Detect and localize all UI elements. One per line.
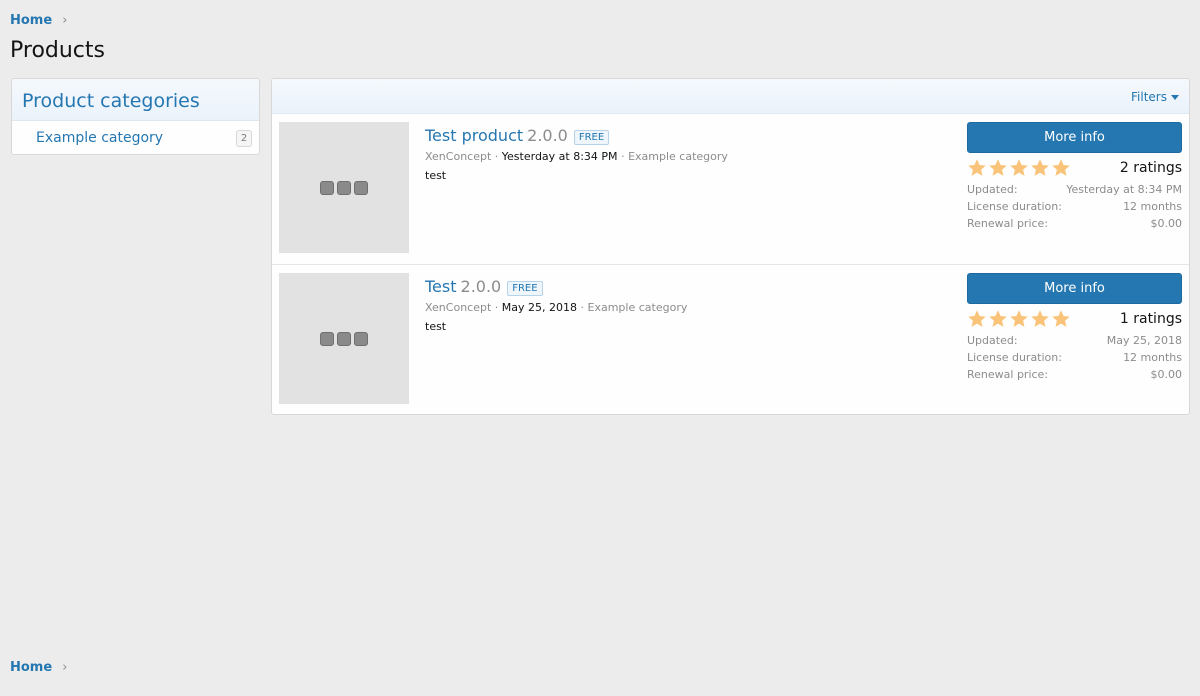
product-description: test <box>425 320 447 333</box>
category-item[interactable]: Example category 2 <box>12 121 259 155</box>
category-count-badge: 2 <box>236 130 252 147</box>
category-link[interactable]: Example category <box>36 130 163 146</box>
updated-row: Updated: May 25, 2018 <box>967 332 1182 349</box>
breadcrumb-bottom: Home › <box>10 658 67 676</box>
free-badge: FREE <box>507 281 543 296</box>
product-title-link[interactable]: Test <box>425 277 457 296</box>
caret-down-icon <box>1171 94 1179 100</box>
meta-separator: · <box>494 150 499 163</box>
product-info: Test product 2.0.0 FREE XenConcept · Yes… <box>425 126 945 182</box>
thumbnail-dot <box>337 331 351 346</box>
renewal-price-label: Renewal price: <box>967 217 1049 230</box>
star-rating <box>967 158 1071 178</box>
thumbnail-dot <box>320 331 334 346</box>
license-duration-row: License duration: 12 months <box>967 349 1182 366</box>
rating-row: 1 ratings <box>967 308 1182 332</box>
product-title-link[interactable]: Test product <box>425 126 523 145</box>
product-description: test <box>425 169 447 182</box>
renewal-price-value: $0.00 <box>1150 217 1183 230</box>
updated-label: Updated: <box>967 334 1018 347</box>
product-list: Filters Test product 2.0.0 FREE XenConce… <box>271 78 1190 415</box>
rating-row: 2 ratings <box>967 157 1182 181</box>
page: Home › Products Product categories Examp… <box>0 0 1200 696</box>
product-sidebar: More info 2 ratings Updated: Yesterday a… <box>967 122 1182 232</box>
breadcrumb-separator: › <box>62 12 68 28</box>
product-title-line: Test 2.0.0 FREE <box>425 277 945 297</box>
star-icon <box>1051 158 1071 178</box>
meta-separator: · <box>580 301 585 314</box>
star-icon <box>988 158 1008 178</box>
product-date: May 25, 2018 <box>501 301 578 314</box>
star-icon <box>1030 309 1050 329</box>
star-icon <box>967 309 987 329</box>
filter-bar: Filters <box>272 79 1189 114</box>
more-info-button[interactable]: More info <box>967 122 1182 153</box>
product-date: Yesterday at 8:34 PM <box>501 150 618 163</box>
product-meta: XenConcept · Yesterday at 8:34 PM · Exam… <box>425 150 945 163</box>
star-icon <box>1009 309 1029 329</box>
product-info: Test 2.0.0 FREE XenConcept · May 25, 201… <box>425 277 945 333</box>
breadcrumb-home-link[interactable]: Home <box>10 660 52 675</box>
license-duration-label: License duration: <box>967 200 1062 213</box>
meta-separator: · <box>494 301 499 314</box>
free-badge: FREE <box>573 130 610 145</box>
product-item: Test product 2.0.0 FREE XenConcept · Yes… <box>272 114 1189 265</box>
thumbnail-dot <box>320 180 334 195</box>
product-meta: XenConcept · May 25, 2018 · Example cate… <box>425 301 945 314</box>
meta-separator: · <box>621 150 625 163</box>
page-title: Products <box>10 38 105 63</box>
license-duration-label: License duration: <box>967 351 1062 364</box>
star-icon <box>1009 158 1029 178</box>
placeholder-image-icon[interactable] <box>279 122 409 253</box>
breadcrumb-home-link[interactable]: Home <box>10 13 52 28</box>
updated-value: May 25, 2018 <box>1106 334 1182 347</box>
product-category-link[interactable]: Example category <box>628 150 728 163</box>
product-category-link[interactable]: Example category <box>588 301 688 314</box>
product-version: 2.0.0 <box>527 126 568 145</box>
product-categories-title: Product categories <box>12 79 259 121</box>
rating-count: 1 ratings <box>1119 311 1182 327</box>
placeholder-image-icon[interactable] <box>279 273 409 404</box>
updated-value: Yesterday at 8:34 PM <box>1066 183 1182 196</box>
license-duration-value: 12 months <box>1123 351 1182 364</box>
renewal-price-value: $0.00 <box>1150 368 1183 381</box>
license-duration-value: 12 months <box>1123 200 1182 213</box>
product-item: Test 2.0.0 FREE XenConcept · May 25, 201… <box>272 265 1189 416</box>
author-link[interactable]: XenConcept <box>425 150 491 163</box>
star-icon <box>1030 158 1050 178</box>
renewal-price-label: Renewal price: <box>967 368 1049 381</box>
thumbnail-dot <box>354 180 368 195</box>
thumbnail-dot <box>354 331 368 346</box>
star-icon <box>1051 309 1071 329</box>
breadcrumb-top: Home › <box>10 11 67 29</box>
rating-count: 2 ratings <box>1119 160 1182 176</box>
author-link[interactable]: XenConcept <box>425 301 491 314</box>
breadcrumb-separator: › <box>62 659 68 675</box>
product-sidebar: More info 1 ratings Updated: May 25, 201… <box>967 273 1182 383</box>
updated-label: Updated: <box>967 183 1018 196</box>
star-icon <box>988 309 1008 329</box>
star-icon <box>967 158 987 178</box>
license-duration-row: License duration: 12 months <box>967 198 1182 215</box>
product-categories-block: Product categories Example category 2 <box>11 78 260 155</box>
updated-row: Updated: Yesterday at 8:34 PM <box>967 181 1182 198</box>
product-title-line: Test product 2.0.0 FREE <box>425 126 945 146</box>
product-version: 2.0.0 <box>460 277 502 296</box>
thumbnail-dot <box>337 180 351 195</box>
filters-label: Filters <box>1131 90 1167 104</box>
renewal-price-row: Renewal price: $0.00 <box>967 215 1182 232</box>
renewal-price-row: Renewal price: $0.00 <box>967 366 1182 383</box>
star-rating <box>967 309 1071 329</box>
filters-button[interactable]: Filters <box>1131 90 1179 104</box>
more-info-button[interactable]: More info <box>967 273 1182 304</box>
